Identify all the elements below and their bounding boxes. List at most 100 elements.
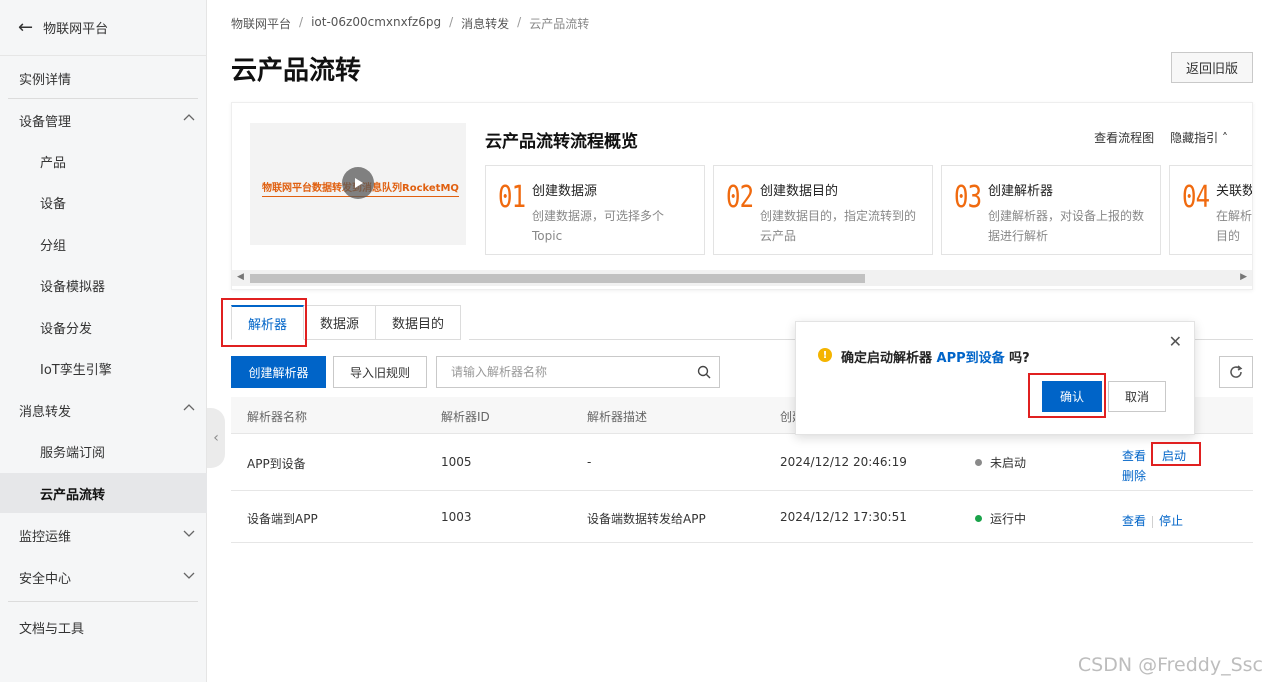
step-number: 04 xyxy=(1182,180,1210,215)
chevron-up-icon: ˄ xyxy=(1222,131,1228,145)
created-time: 2024/12/12 17:30:51 xyxy=(780,510,907,524)
status-badge: 运行中 xyxy=(975,510,1026,527)
search-icon[interactable] xyxy=(697,365,711,379)
annotation-highlight-start xyxy=(1151,442,1201,466)
guide-links: 查看流程图 隐藏指引 ˄ xyxy=(1094,129,1228,146)
status-dot xyxy=(975,459,982,466)
cancel-button[interactable]: 取消 xyxy=(1108,381,1166,412)
guide-step: 04 关联数据源 在解析器中关联数据源和数据目的 xyxy=(1169,165,1252,255)
breadcrumb-item[interactable]: 消息转发 xyxy=(461,15,509,32)
sidebar-item-device-simulator[interactable]: 设备模拟器 xyxy=(0,265,207,305)
stop-link[interactable]: 停止 xyxy=(1159,514,1183,528)
column-header: 解析器ID xyxy=(441,410,490,424)
created-time: 2024/12/12 20:46:19 xyxy=(780,455,907,469)
status-dot xyxy=(975,515,982,522)
return-old-version-button[interactable]: 返回旧版 xyxy=(1171,52,1253,83)
back-label: 物联网平台 xyxy=(43,22,109,37)
step-title: 关联数据源 xyxy=(1216,184,1252,199)
breadcrumb-item[interactable]: 物联网平台 xyxy=(231,15,291,32)
horizontal-scrollbar[interactable]: ◀ ▶ xyxy=(232,270,1252,286)
create-parser-button[interactable]: 创建解析器 xyxy=(231,356,326,388)
sidebar-item-products[interactable]: 产品 xyxy=(0,141,207,181)
status-label: 未启动 xyxy=(990,456,1027,470)
sidebar-item-label: 分组 xyxy=(40,238,67,254)
play-icon[interactable] xyxy=(342,167,374,199)
sidebar-item-label: 产品 xyxy=(40,155,67,171)
sidebar-item-label: 实例详情 xyxy=(19,72,72,88)
sidebar-collapse-handle[interactable]: ‹ xyxy=(207,408,225,468)
sidebar-item-cloud-product-flow[interactable]: 云产品流转 xyxy=(0,473,207,513)
flow-guide-card: 物联网平台数据转发到消息队列RocketMQ 云产品流转流程概览 查看流程图 隐… xyxy=(231,102,1253,290)
hide-guide-label: 隐藏指引 xyxy=(1170,131,1219,145)
import-old-rules-button[interactable]: 导入旧规则 xyxy=(333,356,427,388)
parser-description: - xyxy=(587,455,592,469)
chevron-left-icon: ‹ xyxy=(213,430,219,446)
arrow-left-icon: ← xyxy=(18,16,34,38)
step-title: 创建解析器 xyxy=(988,184,1054,199)
close-icon[interactable]: ✕ xyxy=(1169,332,1182,351)
sidebar-divider xyxy=(8,98,198,99)
sidebar-divider xyxy=(8,601,198,602)
watermark: CSDN @Freddy_Ssc xyxy=(1077,654,1263,676)
view-link[interactable]: 查看 xyxy=(1122,514,1146,528)
column-header: 解析器名称 xyxy=(247,410,308,424)
annotation-highlight-tab xyxy=(221,298,307,347)
tab-data-destinations[interactable]: 数据目的 xyxy=(376,305,462,340)
chevron-down-icon xyxy=(183,530,195,537)
sidebar-item-docs-tools[interactable]: 文档与工具 xyxy=(0,607,207,647)
guide-step: 03 创建解析器 创建解析器，对设备上报的数据进行解析 xyxy=(941,165,1161,255)
guide-step: 02 创建数据目的 创建数据目的，指定流转到的云产品 xyxy=(713,165,933,255)
sidebar-item-label: 消息转发 xyxy=(19,404,72,420)
view-flowchart-link[interactable]: 查看流程图 xyxy=(1094,129,1154,146)
sidebar-item-label: 监控运维 xyxy=(19,529,72,545)
chevron-down-icon xyxy=(183,572,195,579)
sidebar-item-groups[interactable]: 分组 xyxy=(0,224,207,264)
sidebar-item-server-subscription[interactable]: 服务端订阅 xyxy=(0,431,207,471)
sidebar-item-iot-twin-engine[interactable]: IoT孪生引擎 xyxy=(0,348,207,388)
refresh-button[interactable] xyxy=(1219,356,1253,388)
parser-name: 设备端到APP xyxy=(247,512,318,526)
back-to-platform[interactable]: ← 物联网平台 xyxy=(0,0,207,56)
delete-link[interactable]: 删除 xyxy=(1122,467,1146,484)
sidebar-item-security-center[interactable]: 安全中心 xyxy=(0,557,207,597)
message-parser-name: APP到设备 xyxy=(936,351,1005,366)
hide-guide-link[interactable]: 隐藏指引 ˄ xyxy=(1170,129,1228,146)
view-link[interactable]: 查看 xyxy=(1122,447,1146,464)
sidebar-item-label: 服务端订阅 xyxy=(40,445,106,461)
sidebar-item-message-forwarding[interactable]: 消息转发 xyxy=(0,390,207,430)
annotation-highlight-confirm xyxy=(1028,373,1106,418)
sidebar-item-monitoring-ops[interactable]: 监控运维 xyxy=(0,515,207,555)
message-prefix: 确定启动解析器 xyxy=(841,351,937,366)
parser-description: 设备端数据转发给APP xyxy=(587,512,706,526)
breadcrumb-current: 云产品流转 xyxy=(529,17,590,31)
page-title: 云产品流转 xyxy=(231,56,362,86)
row-actions: 查看 停止 xyxy=(1122,512,1183,529)
sidebar-item-label: IoT孪生引擎 xyxy=(40,362,112,378)
sidebar-item-device-distribution[interactable]: 设备分发 xyxy=(0,307,207,347)
parser-name: APP到设备 xyxy=(247,457,306,471)
search-input[interactable] xyxy=(437,357,677,387)
breadcrumb-separator: / xyxy=(517,15,522,29)
breadcrumb-separator: / xyxy=(449,15,454,29)
message-suffix: 吗? xyxy=(1004,351,1030,366)
status-badge: 未启动 xyxy=(975,454,1026,471)
breadcrumb-item[interactable]: iot-06z00cmxnxfz6pg xyxy=(311,15,441,32)
status-label: 运行中 xyxy=(990,512,1027,526)
scrollbar-thumb[interactable] xyxy=(250,274,865,283)
scroll-right-icon[interactable]: ▶ xyxy=(1240,272,1247,282)
sidebar-item-label: 设备 xyxy=(40,196,67,212)
breadcrumb-separator: / xyxy=(299,15,304,29)
step-number: 01 xyxy=(498,180,526,215)
confirm-start-popover: ✕ ! 确定启动解析器 APP到设备 吗? 确认 取消 xyxy=(795,321,1195,435)
guide-title: 云产品流转流程概览 xyxy=(485,132,638,152)
sidebar-item-devices[interactable]: 设备 xyxy=(0,182,207,222)
sidebar-item-label: 设备模拟器 xyxy=(40,279,106,295)
sidebar-item-instance-details[interactable]: 实例详情 xyxy=(0,58,207,98)
sidebar-item-device-management[interactable]: 设备管理 xyxy=(0,100,207,140)
refresh-icon xyxy=(1230,365,1243,378)
step-description: 创建数据目的，指定流转到的云产品 xyxy=(760,209,917,243)
sidebar: ← 物联网平台 实例详情 设备管理 产品 设备 分组 设备模拟器 设备分发 Io… xyxy=(0,0,207,682)
guide-video[interactable]: 物联网平台数据转发到消息队列RocketMQ xyxy=(250,123,466,245)
tab-data-sources[interactable]: 数据源 xyxy=(304,305,377,340)
scroll-left-icon[interactable]: ◀ xyxy=(237,272,244,282)
